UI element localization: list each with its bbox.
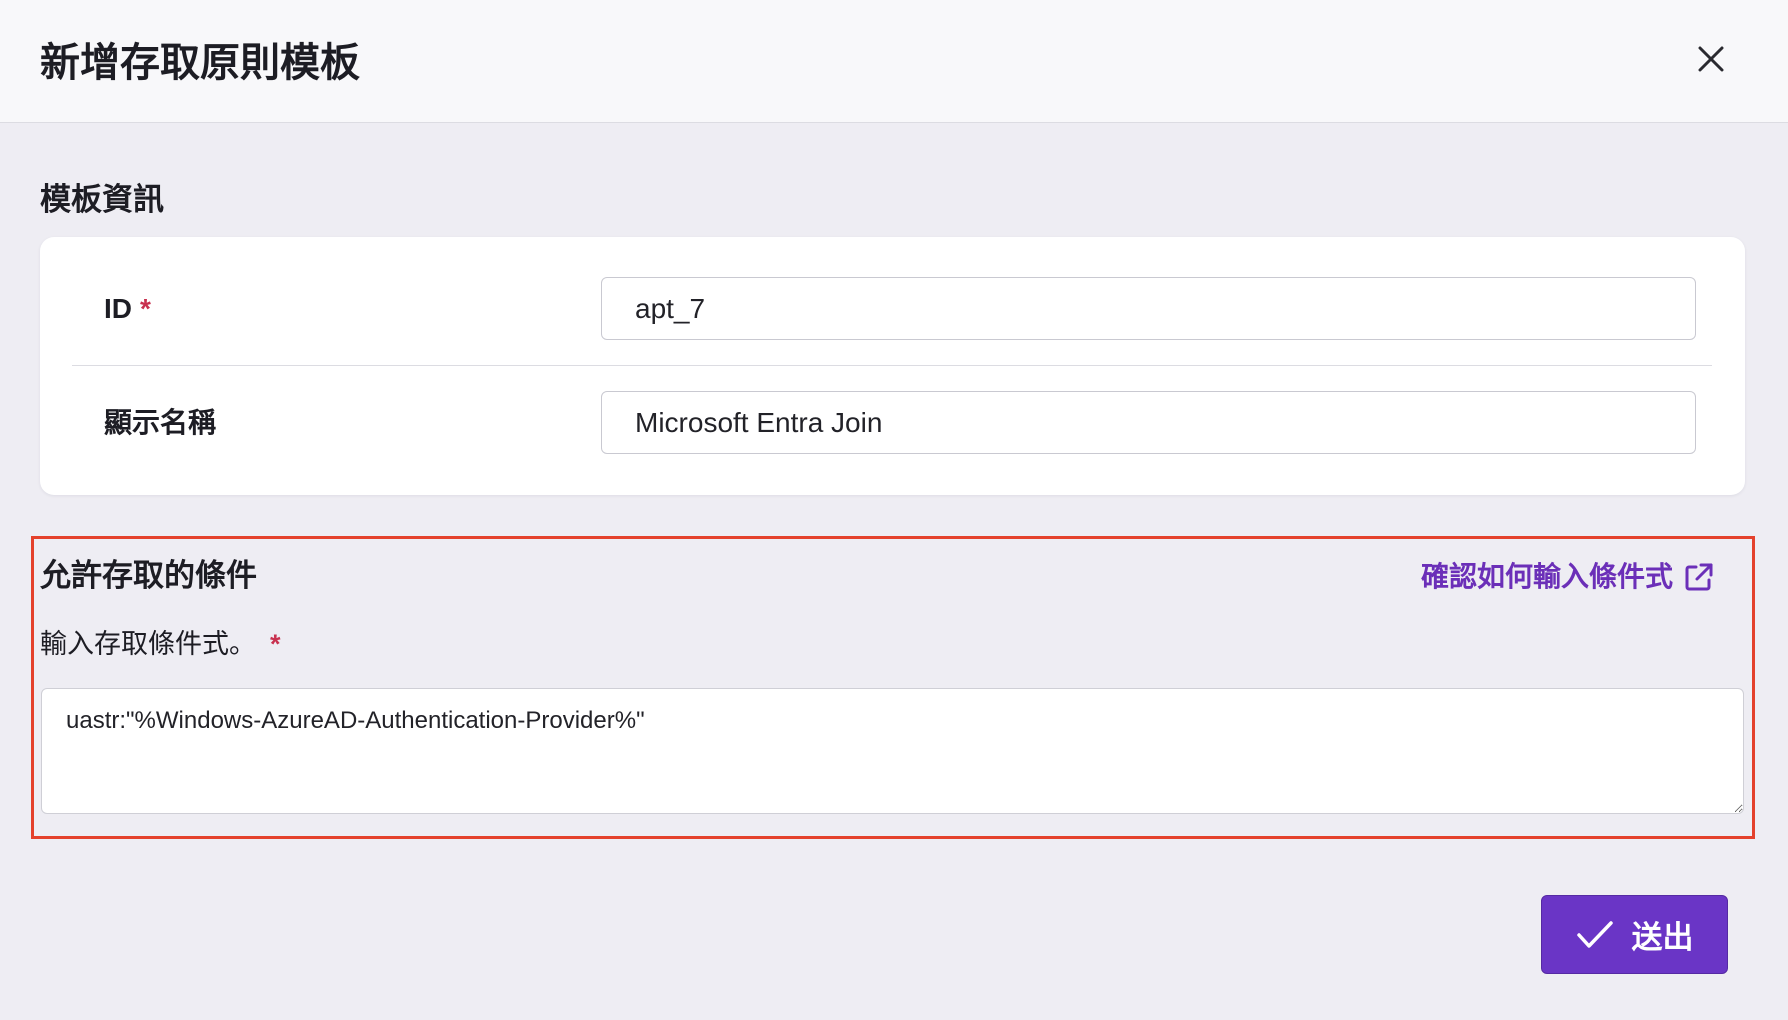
submit-button[interactable]: 送出 [1541, 895, 1728, 974]
row-divider [72, 365, 1712, 366]
display-name-label: 顯示名稱 [104, 407, 217, 438]
condition-help-link-text: 確認如何輸入條件式 [1420, 561, 1673, 592]
condition-help-link[interactable]: 確認如何輸入條件式 [1421, 559, 1714, 595]
id-label: ID * [104, 291, 151, 327]
submit-button-label: 送出 [1631, 920, 1694, 955]
dialog-header: 新增存取原則模板 [0, 0, 1788, 123]
external-link-icon [1685, 563, 1713, 590]
required-marker: * [270, 629, 281, 659]
required-marker: * [140, 293, 151, 324]
check-icon [1576, 920, 1613, 948]
conditions-heading: 允許存取的條件 [40, 558, 257, 593]
display-name-input[interactable] [601, 391, 1696, 454]
close-icon [1698, 46, 1724, 72]
template-info-card: ID * 顯示名稱 [40, 237, 1745, 495]
condition-expression-input[interactable]: uastr:"%Windows-AzureAD-Authentication-P… [41, 688, 1744, 814]
template-info-heading: 模板資訊 [40, 182, 164, 217]
conditions-section: 允許存取的條件 確認如何輸入條件式 輸入存取條件式。 * uastr:"%Wind… [31, 536, 1755, 839]
dialog-title: 新增存取原則模板 [40, 41, 360, 85]
condition-field-label: 輸入存取條件式。 * [40, 626, 281, 662]
id-label-text: ID [104, 293, 132, 324]
id-input[interactable] [601, 277, 1696, 340]
close-button[interactable] [1692, 40, 1730, 78]
condition-field-label-text: 輸入存取條件式。 [40, 629, 256, 659]
